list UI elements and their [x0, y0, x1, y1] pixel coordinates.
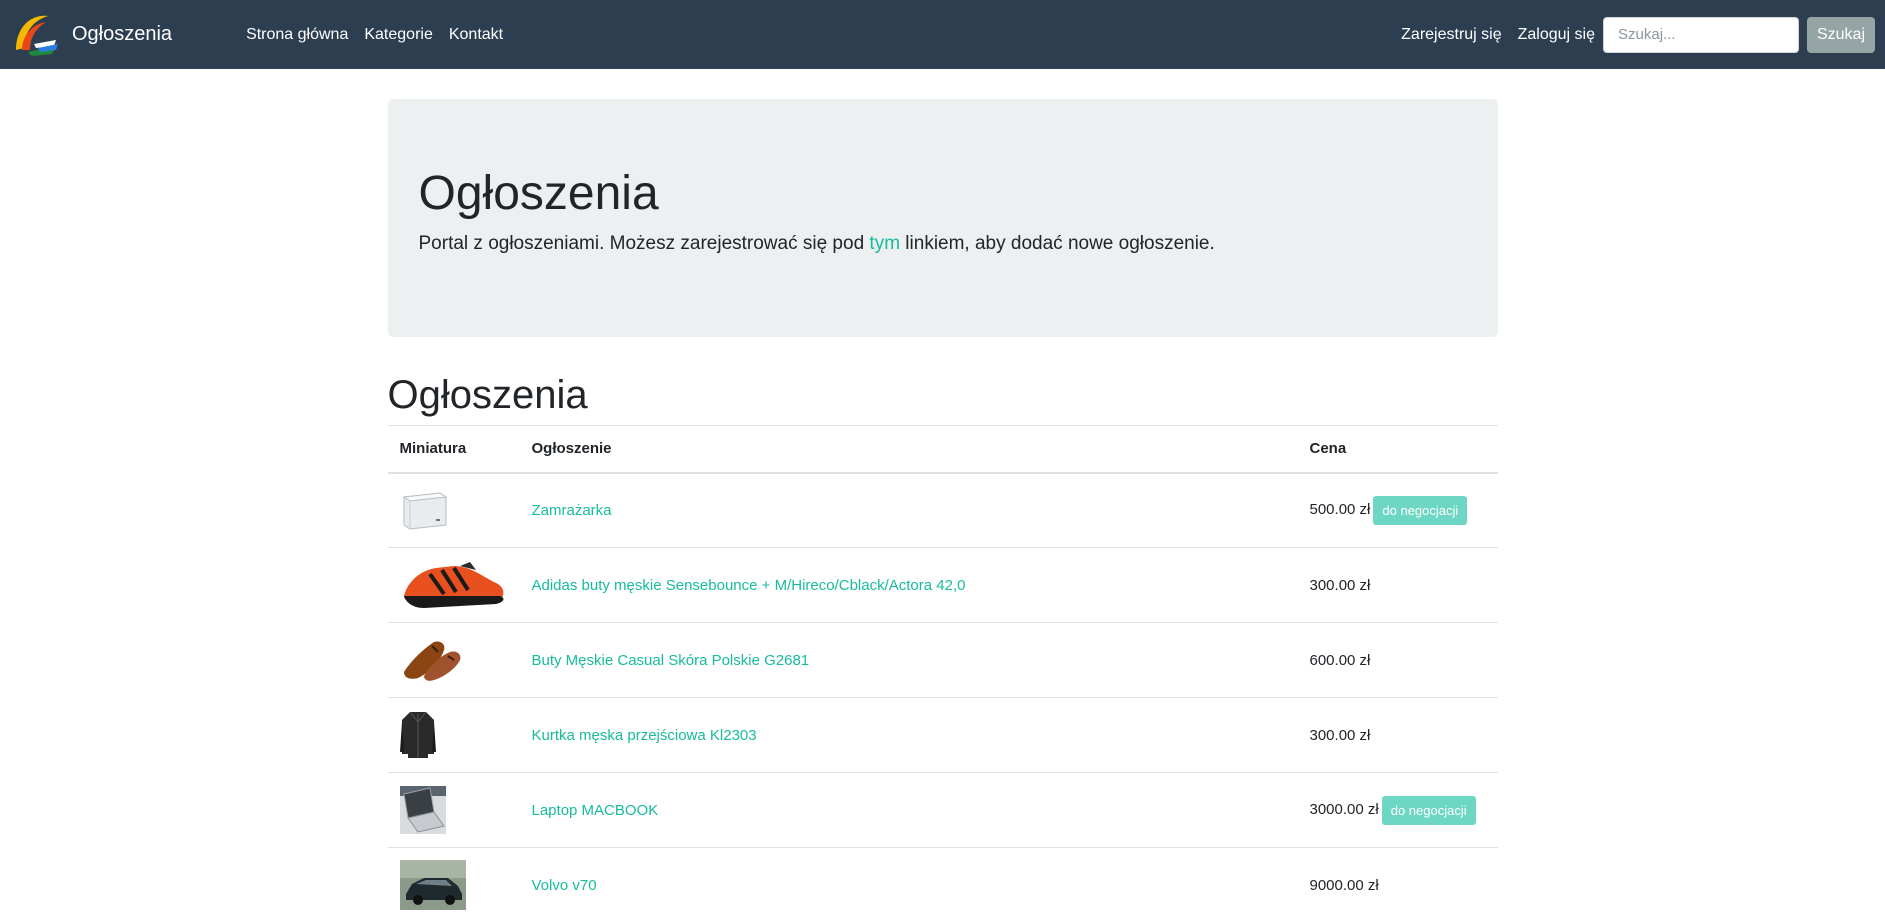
listing-link[interactable]: Buty Męskie Casual Skóra Polskie G2681 [532, 652, 810, 669]
listing-link[interactable]: Adidas buty męskie Sensebounce + M/Hirec… [532, 577, 966, 594]
column-header-price: Cena [1297, 425, 1498, 474]
user-nav: Zarejestruj się Zaloguj się Szukaj [1401, 16, 1875, 53]
shoe-image[interactable] [400, 558, 508, 612]
table-row: Buty Męskie Casual Skóra Polskie G2681 6… [387, 622, 1498, 698]
listing-title-cell: Volvo v70 [520, 848, 1298, 918]
top-navbar: Ogłoszenia Strona główna Kategorie Konta… [0, 0, 1885, 69]
lead-text-before: Portal z ogłoszeniami. Możesz zarejestro… [418, 232, 870, 254]
thumbnail-cell [387, 472, 520, 548]
car-image[interactable] [399, 860, 466, 911]
thumbnail-cell [387, 697, 520, 773]
listing-link[interactable]: Kurtka męska przejściowa Kl2303 [532, 727, 757, 744]
price-value: 300.00 zł [1309, 726, 1371, 744]
table-row: Kurtka męska przejściowa Kl2303 300.00 z… [387, 697, 1498, 773]
login-link[interactable]: Zaloguj się [1518, 26, 1595, 44]
negotiable-badge: do negocjacji [1381, 795, 1476, 825]
column-header-listing: Ogłoszenie [519, 425, 1298, 474]
main-container: Ogłoszenia Portal z ogłoszeniami. Możesz… [387, 99, 1498, 918]
main-nav: Strona główna Kategorie Kontakt [246, 26, 519, 44]
price-value: 3000.00 zł [1309, 800, 1379, 818]
listing-link[interactable]: Laptop MACBOOK [532, 802, 659, 819]
lead-text-after: linkiem, aby dodać nowe ogłoszenie. [900, 232, 1215, 254]
nav-home-link[interactable]: Strona główna [246, 26, 348, 44]
register-link[interactable]: Zarejestruj się [1401, 26, 1501, 44]
listing-title-cell: Zamrażarka [519, 472, 1298, 548]
negotiable-badge: do negocjacji [1373, 495, 1468, 525]
listing-link[interactable]: Volvo v70 [532, 877, 597, 894]
column-header-thumbnail: Miniatura [387, 425, 520, 474]
table-header-row: Miniatura Ogłoszenie Cena [387, 425, 1498, 474]
brown-shoes-image[interactable] [400, 636, 464, 684]
listing-table: Miniatura Ogłoszenie Cena Zamrażarka 500… [387, 425, 1498, 918]
register-inline-link[interactable]: tym [869, 233, 900, 254]
brand-logo-icon [16, 15, 58, 56]
listing-link[interactable]: Zamrażarka [532, 502, 612, 519]
freezer-image[interactable] [400, 489, 448, 531]
price-cell: 9000.00 zł [1298, 848, 1498, 918]
thumbnail-cell [387, 772, 520, 848]
jumbotron: Ogłoszenia Portal z ogłoszeniami. Możesz… [387, 99, 1498, 337]
brand-link[interactable]: Ogłoszenia [12, 10, 172, 60]
listing-title-cell: Laptop MACBOOK [519, 772, 1298, 848]
listing-title-cell: Adidas buty męskie Sensebounce + M/Hirec… [519, 547, 1298, 623]
price-cell: 3000.00 zł do negocjacji [1297, 772, 1498, 848]
price-cell: 500.00 zł do negocjacji [1297, 472, 1498, 548]
search-button[interactable]: Szukaj [1807, 16, 1875, 53]
price-cell: 600.00 zł [1297, 622, 1498, 698]
listing-title-cell: Kurtka męska przejściowa Kl2303 [519, 697, 1298, 773]
thumbnail-cell [387, 547, 520, 623]
listing-title: Ogłoszenia [387, 373, 588, 417]
search-input[interactable] [1603, 16, 1799, 53]
table-row: Laptop MACBOOK 3000.00 zł do negocjacji [387, 772, 1498, 848]
thumbnail-cell [388, 848, 520, 918]
table-row: Zamrażarka 500.00 zł do negocjacji [387, 472, 1498, 548]
thumbnail-cell [387, 622, 520, 698]
price-value: 600.00 zł [1309, 651, 1371, 669]
price-value: 300.00 zł [1309, 576, 1371, 594]
table-row: Adidas buty męskie Sensebounce + M/Hirec… [387, 547, 1498, 623]
laptop-image[interactable] [399, 786, 446, 834]
price-cell: 300.00 zł [1297, 547, 1498, 623]
brand-title: Ogłoszenia [72, 23, 173, 45]
price-value: 500.00 zł [1309, 501, 1371, 519]
table-row: Volvo v70 9000.00 zł [388, 848, 1498, 918]
nav-contact-link[interactable]: Kontakt [449, 26, 503, 44]
jumbotron-title: Ogłoszenia [418, 167, 659, 220]
price-cell: 300.00 zł [1297, 697, 1498, 773]
jumbotron-lead: Portal z ogłoszeniami. Możesz zarejestro… [419, 233, 1467, 255]
price-value: 9000.00 zł [1309, 876, 1379, 894]
listing-title-cell: Buty Męskie Casual Skóra Polskie G2681 [519, 622, 1298, 698]
nav-categories-link[interactable]: Kategorie [364, 26, 433, 44]
jacket-image[interactable] [399, 708, 436, 762]
